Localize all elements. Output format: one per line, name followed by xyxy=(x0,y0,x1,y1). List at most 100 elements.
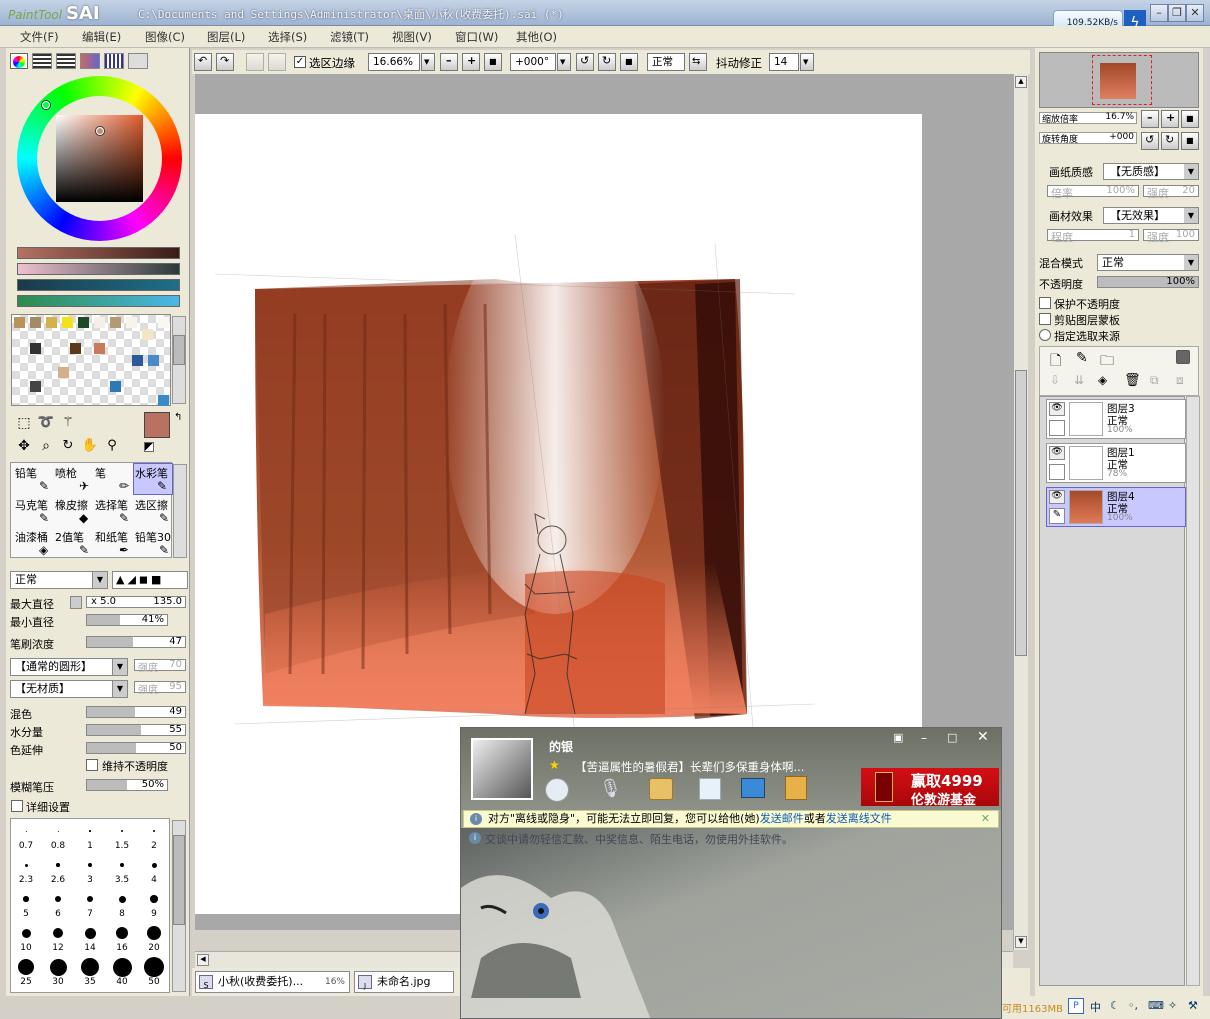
color-wheel[interactable] xyxy=(17,76,182,241)
rotation-field[interactable]: +000° xyxy=(510,53,556,71)
brush-size-dot[interactable] xyxy=(21,928,31,938)
brush-size-dot[interactable] xyxy=(151,862,157,868)
effect-strength-slider[interactable]: 强度 100 xyxy=(1143,229,1199,244)
zoom-in-icon[interactable]: + xyxy=(462,53,480,71)
move-icon[interactable]: ✥ xyxy=(14,438,34,456)
chat-menu-icon[interactable]: ▣ xyxy=(893,731,903,744)
lasso-icon[interactable]: ➰ xyxy=(36,415,56,433)
ime-mode[interactable]: 中 xyxy=(1090,999,1101,1015)
flatten-icon[interactable]: ⧈ xyxy=(1176,373,1184,388)
effect-degree-slider[interactable]: 程度 1 xyxy=(1047,229,1139,244)
invert-selection-icon[interactable] xyxy=(268,53,286,71)
mixer-mode-button[interactable] xyxy=(80,53,100,69)
brush-size-dot[interactable] xyxy=(81,958,99,976)
eyedropper-icon[interactable]: ⚲ xyxy=(102,438,122,456)
rotate-left-icon[interactable]: ↺ xyxy=(576,53,594,71)
tab-xiaoqiu[interactable]: S 小秋(收费委托)... 16% xyxy=(195,971,350,993)
brush-size-dot[interactable] xyxy=(23,896,29,902)
restore-button[interactable]: ❐ xyxy=(1168,4,1186,22)
eye-icon[interactable]: 👁 xyxy=(1049,490,1065,504)
new-folder-icon[interactable]: 🗀 xyxy=(1100,350,1114,374)
tool-pencil[interactable]: 铅笔 xyxy=(15,465,37,481)
brush-size-dot[interactable] xyxy=(144,957,164,977)
brush-size-dot[interactable] xyxy=(150,895,158,903)
brush-edit-icon[interactable]: ✎ xyxy=(1049,508,1065,524)
magic-wand-icon[interactable]: ⚚ xyxy=(58,415,78,433)
keep-opacity-checkbox[interactable] xyxy=(86,759,98,771)
primary-color-swatch[interactable] xyxy=(144,412,170,438)
rotate-icon[interactable]: ↻ xyxy=(58,438,78,456)
hsv-slider-mode-button[interactable] xyxy=(56,53,76,69)
tools-icon[interactable]: ✧ xyxy=(1168,999,1177,1012)
brush-size-dot[interactable] xyxy=(55,896,61,902)
brush-edge-shapes[interactable]: ▲◢◼■ xyxy=(112,571,188,589)
nav-rotate-slider[interactable]: 旋转角度 +000 xyxy=(1039,132,1137,145)
rect-select-icon[interactable]: ⬚ xyxy=(14,415,34,433)
view-blend-field[interactable]: 正常 xyxy=(647,53,685,71)
extend-slider[interactable]: 50 xyxy=(86,742,186,754)
reset-colors-icon[interactable] xyxy=(144,442,154,452)
undo-icon[interactable]: ↶ xyxy=(194,53,212,71)
eye-icon[interactable]: 👁 xyxy=(1049,446,1065,460)
rotate-reset-icon[interactable]: ■ xyxy=(620,53,638,71)
detail-settings-checkbox[interactable] xyxy=(11,800,23,812)
layer-lock-box[interactable] xyxy=(1049,464,1065,480)
zoom-icon[interactable]: ⌕ xyxy=(36,438,56,456)
navigator-viewport[interactable] xyxy=(1092,55,1152,105)
transfer-down-icon[interactable]: ⇩ xyxy=(1050,373,1060,387)
zoom-field[interactable]: 16.66% xyxy=(368,53,420,71)
layer-item[interactable]: 👁 图层1 正常 78% xyxy=(1046,443,1186,483)
rotate-right-icon[interactable]: ↻ xyxy=(598,53,616,71)
keyboard-icon[interactable]: ⌨ xyxy=(1148,999,1164,1012)
chat-minimize-button[interactable]: – xyxy=(921,731,927,745)
navigator-preview[interactable] xyxy=(1039,52,1199,108)
brush-size-dot[interactable] xyxy=(24,863,28,867)
opacity-slider[interactable]: 100% xyxy=(1097,276,1199,288)
eye-icon[interactable]: 👁 xyxy=(1049,402,1065,416)
clear-layer-icon[interactable]: ◈ xyxy=(1098,373,1107,387)
menu-other[interactable]: 其他(O) xyxy=(516,29,557,45)
close-notice-icon[interactable]: ✕ xyxy=(981,811,990,827)
close-button[interactable]: ✕ xyxy=(1186,4,1204,22)
brush-size-dot[interactable] xyxy=(57,830,59,832)
redo-icon[interactable]: ↷ xyxy=(216,53,234,71)
paper-strength-slider[interactable]: 强度 20 xyxy=(1143,185,1199,200)
blue-slider[interactable] xyxy=(17,279,180,291)
chevron-down-icon[interactable]: ▼ xyxy=(1184,255,1198,270)
new-layer-icon[interactable]: 🗋 xyxy=(1050,350,1061,374)
chat-close-button[interactable]: ✕ xyxy=(977,729,989,745)
menu-select[interactable]: 选择(S) xyxy=(268,29,307,45)
brush-size-dot[interactable] xyxy=(86,895,94,903)
brush-size-dot[interactable] xyxy=(49,958,67,976)
nav-zoom-out-icon[interactable]: – xyxy=(1141,110,1159,128)
selection-edge-checkbox[interactable]: ✓ xyxy=(294,56,306,68)
brush-size-dot[interactable] xyxy=(147,926,161,940)
nav-zoom-reset-icon[interactable]: ■ xyxy=(1181,110,1199,128)
stabilizer-field[interactable]: 14 xyxy=(769,53,799,71)
apps-icon[interactable] xyxy=(785,776,807,800)
brush-size-dot[interactable] xyxy=(121,830,123,832)
merge-down-icon[interactable]: ⇊ xyxy=(1074,373,1084,387)
new-vector-layer-icon[interactable]: ✎ xyxy=(1076,350,1088,366)
brush-size-dot[interactable] xyxy=(88,863,92,867)
brush-size-dot[interactable] xyxy=(118,895,126,903)
menu-window[interactable]: 窗口(W) xyxy=(455,29,498,45)
tab-unnamed-jpg[interactable]: J 未命名.jpg xyxy=(354,971,454,993)
merge-visible-icon[interactable]: ⧉ xyxy=(1150,373,1159,388)
nav-zoom-in-icon[interactable]: + xyxy=(1161,110,1179,128)
mask-icon[interactable] xyxy=(1176,350,1190,364)
selection-source-radio[interactable] xyxy=(1039,329,1051,341)
add-app-icon[interactable] xyxy=(699,778,721,800)
ime-icon[interactable]: P xyxy=(1068,998,1084,1014)
moon-icon[interactable]: ☾ xyxy=(1110,999,1120,1012)
brush-size-dot[interactable] xyxy=(112,957,132,977)
brush-size-dot[interactable] xyxy=(89,830,91,832)
max-diameter-slider[interactable]: x 5.0 135.0 xyxy=(86,596,186,608)
menu-filter[interactable]: 滤镜(T) xyxy=(330,29,369,45)
canvas-vscrollbar[interactable]: ▲ ▼ xyxy=(1013,74,1028,950)
density-slider[interactable]: 47 xyxy=(86,636,186,648)
brush-size-dot[interactable] xyxy=(53,928,63,938)
scroll-down-icon[interactable]: ▼ xyxy=(1015,936,1027,948)
send-file-icon[interactable] xyxy=(649,778,673,800)
scroll-left-icon[interactable]: ◀ xyxy=(197,954,209,966)
